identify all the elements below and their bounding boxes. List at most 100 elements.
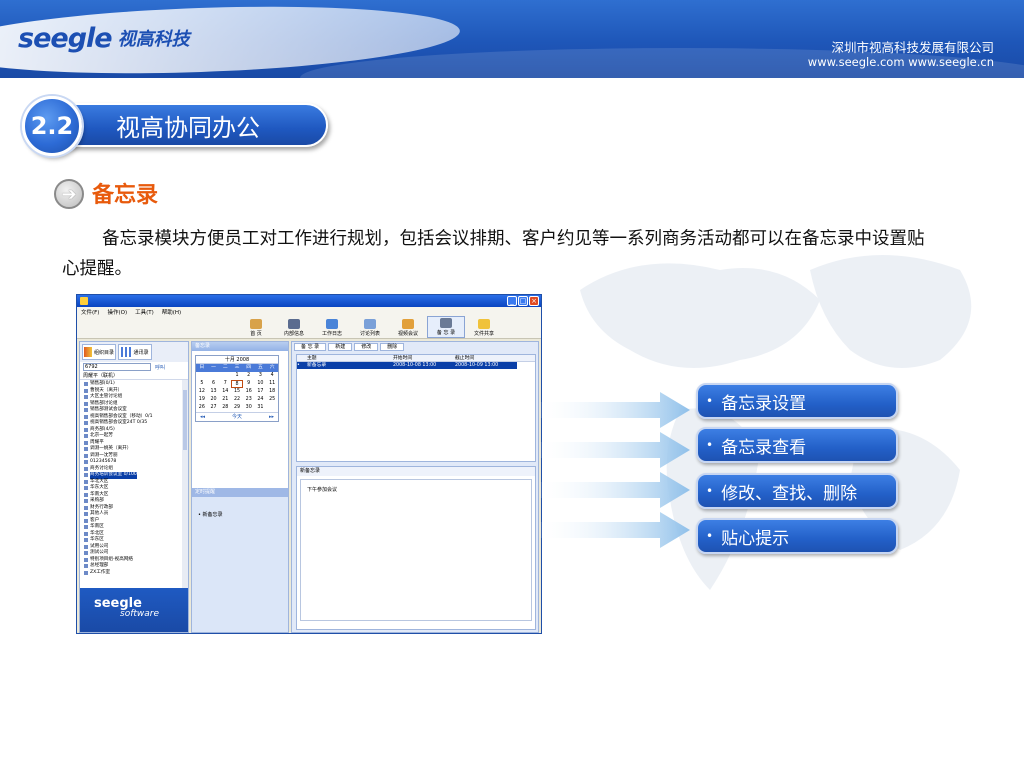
video-icon xyxy=(402,319,414,329)
group-icon xyxy=(84,570,88,575)
calendar-day[interactable]: 10 xyxy=(255,380,267,388)
minimize-icon[interactable]: _ xyxy=(507,296,517,306)
calendar-day[interactable]: 29 xyxy=(231,404,243,412)
contact-search-input[interactable]: 6792 xyxy=(83,363,151,371)
calendar-day[interactable]: 12 xyxy=(196,388,208,396)
calendar-day[interactable]: 26 xyxy=(196,404,208,412)
calendar-day[interactable]: 1 xyxy=(231,372,243,380)
calendar-day[interactable]: 7 xyxy=(219,380,231,388)
toolbar-file-share-button[interactable]: 文件共享 xyxy=(465,316,503,338)
toolbar-video-meeting-button[interactable]: 视频会议 xyxy=(389,316,427,338)
group-icon xyxy=(84,466,88,471)
calendar-day[interactable]: 28 xyxy=(219,404,231,412)
today-button[interactable]: 今天 xyxy=(232,413,242,421)
calendar-day[interactable]: 20 xyxy=(208,396,220,404)
calendar-day[interactable]: 2 xyxy=(243,372,255,380)
calendar-day[interactable]: 5 xyxy=(196,380,208,388)
calendar-day[interactable]: 30 xyxy=(243,404,255,412)
toolbar-internal-info-button[interactable]: 内部信息 xyxy=(275,316,313,338)
calendar-day[interactable]: 16 xyxy=(243,388,255,396)
maximize-icon[interactable]: □ xyxy=(518,296,528,306)
contact-search: 6792 呼叫 xyxy=(80,362,188,372)
menu-file[interactable]: 文件(F) xyxy=(81,308,99,316)
calendar-day xyxy=(219,372,231,380)
memo-tab[interactable]: 备 忘 录 xyxy=(294,343,327,351)
menu-tools[interactable]: 工具(T) xyxy=(135,308,154,316)
calendar-month-title: 十月 2008 xyxy=(196,356,278,364)
calendar-day[interactable]: 22 xyxy=(231,396,243,404)
calendar-day[interactable]: 8 xyxy=(231,380,243,388)
prev-month-icon[interactable]: ◂◂ xyxy=(200,413,205,421)
next-month-icon[interactable]: ▸▸ xyxy=(269,413,274,421)
calendar-day[interactable]: 19 xyxy=(196,396,208,404)
calendar-day[interactable]: 21 xyxy=(219,396,231,404)
toolbar-home-button[interactable]: 首 页 xyxy=(237,316,275,338)
toolbar-discussion-button[interactable]: 讨论列表 xyxy=(351,316,389,338)
table-row[interactable]: • 新备忘录 2008-10-08 13:00 2008-10-09 13:00 xyxy=(297,362,535,369)
calendar: 十月 2008 日一二三四五六 1 2 3 4 5 6 7 8 9 10 11 12 13 14 15 16 17… xyxy=(195,355,279,422)
group-icon xyxy=(84,518,88,523)
bullet-memo-settings: • 备忘录设置 xyxy=(696,383,898,419)
calendar-day[interactable]: 3 xyxy=(255,372,267,380)
toolbar-memo-button[interactable]: 备 忘 录 xyxy=(427,316,465,338)
arrow-icon xyxy=(540,392,690,428)
calendar-day[interactable]: 18 xyxy=(266,388,278,396)
call-button[interactable]: 呼叫 xyxy=(155,364,165,371)
group-icon xyxy=(84,538,88,543)
tree-scroll-thumb[interactable] xyxy=(183,390,187,450)
calendar-day[interactable]: 11 xyxy=(266,380,278,388)
calendar-day[interactable]: 25 xyxy=(266,396,278,404)
delete-memo-button[interactable]: 删除 xyxy=(380,343,405,351)
calendar-day[interactable]: 27 xyxy=(208,404,220,412)
close-icon[interactable]: × xyxy=(529,296,539,306)
memo-detail-content[interactable]: 下午参加会议 xyxy=(300,479,532,621)
group-icon xyxy=(84,525,88,530)
new-memo-button[interactable]: 新建 xyxy=(328,343,353,351)
calendar-day[interactable]: 4 xyxy=(266,372,278,380)
edit-memo-button[interactable]: 修改 xyxy=(354,343,379,351)
calendar-day[interactable]: 9 xyxy=(243,380,255,388)
memo-list-panel: 备 忘 录 新建 修改 删除 主题 开始时间 截止时间 • 新备忘录 2008-10… xyxy=(291,341,539,633)
tab-org-directory[interactable]: 组织目录 xyxy=(82,344,116,360)
reminder-item[interactable]: • 新备忘录 xyxy=(192,497,288,518)
group-icon xyxy=(84,395,88,400)
folder-icon xyxy=(478,319,490,329)
table-cell: 2008-10-08 13:00 xyxy=(393,362,455,369)
calendar-day[interactable]: 31 xyxy=(255,404,267,412)
col-subject[interactable]: 主题 xyxy=(307,355,393,362)
tree-scrollbar[interactable] xyxy=(182,380,188,590)
tree-item[interactable]: ZX工作室 xyxy=(84,570,188,577)
col-start-time[interactable]: 开始时间 xyxy=(393,355,455,362)
group-icon xyxy=(84,460,88,465)
toolbar-worklog-button[interactable]: 工作日志 xyxy=(313,316,351,338)
calendar-day[interactable]: 13 xyxy=(208,388,220,396)
calendar-weekday: 日 xyxy=(196,364,208,372)
org-tree: 销售部(0/1) 曹锐天（离开） 大区主管讨论组 销售部讨论组 销售部测试会议室 视高销售… xyxy=(80,380,188,590)
group-icon xyxy=(84,473,88,478)
tab-address-book[interactable]: 通讯录 xyxy=(118,344,152,360)
group-icon xyxy=(84,447,88,452)
calendar-day[interactable]: 23 xyxy=(243,396,255,404)
group-icon xyxy=(84,499,88,504)
memo-heading: 备忘录 xyxy=(92,183,159,208)
menu-operate[interactable]: 操作(O) xyxy=(107,308,127,316)
memo-description: 备忘录模块方便员工对工作进行规划，包括会议排期、客户约见等一系列商务活动都可以在… xyxy=(62,229,925,279)
calendar-day[interactable]: 14 xyxy=(219,388,231,396)
address-book-icon xyxy=(121,347,132,357)
calendar-day xyxy=(196,372,208,380)
col-end-time[interactable]: 截止时间 xyxy=(455,355,517,362)
calendar-panel-title: 备忘录 xyxy=(192,342,288,351)
calendar-day[interactable]: 15 xyxy=(231,388,243,396)
group-icon xyxy=(84,434,88,439)
people-icon xyxy=(364,319,376,329)
calendar-day[interactable]: 24 xyxy=(255,396,267,404)
calendar-weekday: 四 xyxy=(242,364,255,372)
reminder-panel: 定时提醒 • 新备忘录 xyxy=(192,488,288,632)
menu-help[interactable]: 帮助(H) xyxy=(162,308,181,316)
calendar-panel: 备忘录 十月 2008 日一二三四五六 1 2 3 4 5 6 7 8 9 10 11 12 13 14 15… xyxy=(191,341,289,633)
calendar-day[interactable]: 6 xyxy=(208,380,220,388)
company-urls: www.seegle.com www.seegle.cn xyxy=(807,55,994,69)
calendar-day[interactable]: 17 xyxy=(255,388,267,396)
org-icon xyxy=(83,347,92,357)
group-icon xyxy=(84,551,88,556)
